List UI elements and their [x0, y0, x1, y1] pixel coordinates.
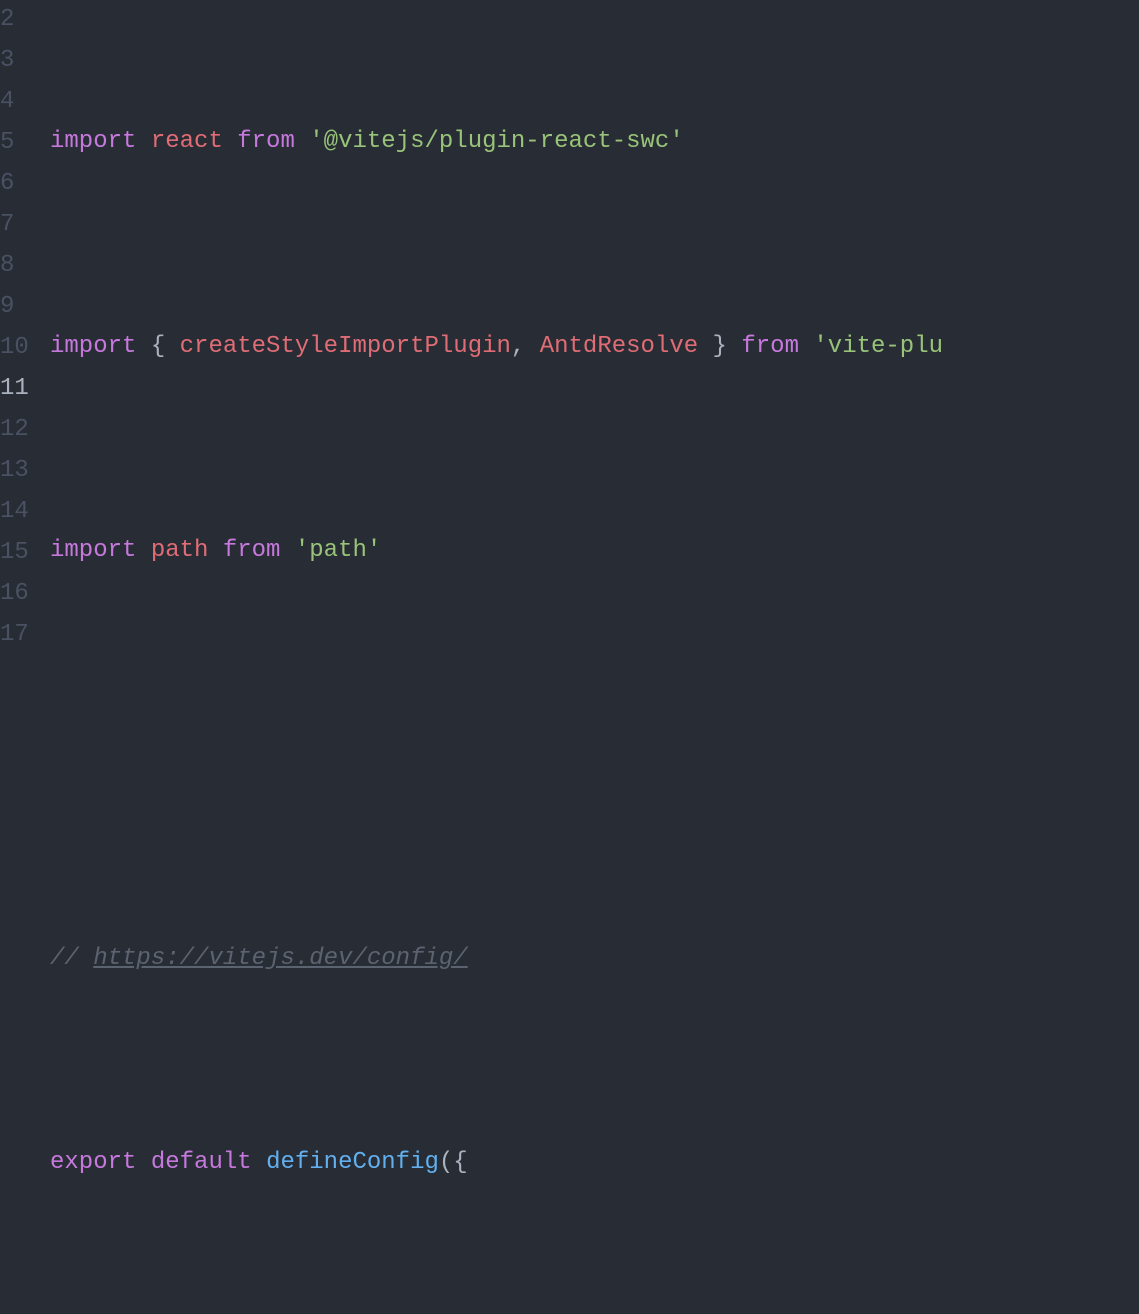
keyword-import: import — [50, 128, 136, 155]
code-line-empty[interactable] — [50, 735, 1139, 776]
string-literal: 'vite-plu — [813, 333, 943, 360]
code-editor[interactable]: 2 3 4 5 6 7 8 9 10 11 12 13 14 15 16 17 … — [0, 0, 1139, 657]
code-line[interactable]: export default defineConfig({ — [50, 1143, 1139, 1184]
line-number: 3 — [0, 41, 14, 82]
code-line[interactable]: import { createStyleImportPlugin, AntdRe… — [50, 327, 1139, 368]
line-number: 7 — [0, 205, 14, 246]
code-line[interactable]: import path from 'path' — [50, 531, 1139, 572]
code-area[interactable]: import react from '@vitejs/plugin-react-… — [50, 0, 1139, 657]
keyword-export: export — [50, 1149, 136, 1176]
keyword-from: from — [237, 128, 295, 155]
keyword-from: from — [741, 333, 799, 360]
line-number: 16 — [0, 574, 29, 615]
comment-link[interactable]: https://vitejs.dev/config/ — [93, 945, 467, 972]
line-number: 2 — [0, 0, 14, 41]
identifier: AntdResolve — [540, 333, 698, 360]
line-number: 9 — [0, 287, 14, 328]
line-number: 6 — [0, 164, 14, 205]
code-line[interactable]: // https://vitejs.dev/config/ — [50, 939, 1139, 980]
line-number: 4 — [0, 82, 14, 123]
line-number-active: 11 — [0, 369, 29, 410]
code-line[interactable]: import react from '@vitejs/plugin-react-… — [50, 122, 1139, 163]
line-number: 5 — [0, 123, 14, 164]
line-number: 8 — [0, 246, 14, 287]
line-number: 13 — [0, 451, 29, 492]
identifier: createStyleImportPlugin — [180, 333, 511, 360]
comma: , — [511, 333, 540, 360]
line-number-gutter: 2 3 4 5 6 7 8 9 10 11 12 13 14 15 16 17 — [0, 0, 50, 657]
line-number: 15 — [0, 533, 29, 574]
identifier: react — [151, 128, 223, 155]
function-call: defineConfig — [266, 1149, 439, 1176]
identifier: path — [151, 537, 209, 564]
line-number: 17 — [0, 615, 29, 656]
keyword-default: default — [151, 1149, 252, 1176]
brace: } — [698, 333, 741, 360]
string-literal: '@vitejs/plugin-react-swc' — [309, 128, 683, 155]
line-number: 12 — [0, 410, 29, 451]
comment-prefix: // — [50, 945, 93, 972]
keyword-import: import — [50, 333, 136, 360]
paren: ({ — [439, 1149, 468, 1176]
line-number: 10 — [0, 328, 29, 369]
comment: // https://vitejs.dev/config/ — [50, 945, 468, 972]
keyword-from: from — [223, 537, 281, 564]
line-number: 14 — [0, 492, 29, 533]
brace: { — [151, 333, 180, 360]
string-literal: 'path' — [295, 537, 381, 564]
keyword-import: import — [50, 537, 136, 564]
